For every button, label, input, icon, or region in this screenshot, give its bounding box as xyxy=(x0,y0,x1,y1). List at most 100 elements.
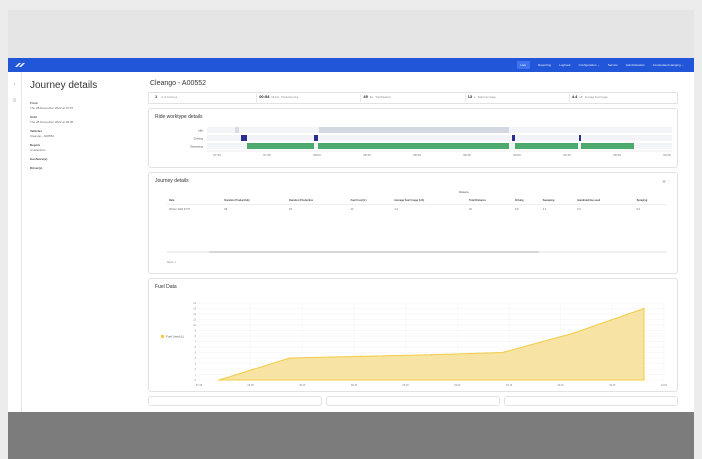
nav-item-reporting[interactable]: Reporting xyxy=(538,63,551,67)
timeline-tick-label: 09:00 xyxy=(513,153,521,157)
timeline-row-label: Driving xyxy=(194,137,204,141)
stat-unit: hh:mm xyxy=(271,96,280,99)
collapse-chevron-icon[interactable]: ‹ xyxy=(12,82,18,88)
column-header[interactable]: Sweeping xyxy=(540,197,576,205)
app-window: Live Reporting Logbook Configuration ⌄ S… xyxy=(8,58,694,412)
bottom-cards-row xyxy=(148,396,678,406)
table-cell: 99 xyxy=(224,208,228,211)
table-cell: 45 xyxy=(468,208,472,211)
info-vehicles: Vehicles Cleango - A00552 xyxy=(30,129,140,138)
info-label: Vehicles xyxy=(30,129,43,133)
fuel-data-point xyxy=(430,353,433,356)
stat-label: Total Distance xyxy=(375,96,391,99)
x-axis-ticks: 07:45 08:00 08:15 08:30 08:45 09:00 09:15 09:30… xyxy=(196,384,668,387)
timeline-ticks: 07:30 07:45 08:00 08:15 08:30 08:45 09:00 09:15… xyxy=(213,153,671,157)
stat-value: 1 xyxy=(155,94,158,99)
ride-worktype-card: Ride worktype details Idle Driving Sweep… xyxy=(148,108,678,168)
stat-label: Total Fuel usage xyxy=(477,96,496,99)
info-value: Cleango - A00552 xyxy=(30,134,55,138)
y-tick-label: 12 xyxy=(193,313,196,316)
column-header[interactable]: Handmachine used xyxy=(575,197,635,205)
y-tick-label: 7 xyxy=(195,341,197,344)
x-tick-label: 08:00 xyxy=(248,384,255,387)
top-navigation-bar: Live Reporting Logbook Configuration ⌄ S… xyxy=(8,58,694,72)
stat-journeys: 1 nr of Journeys xyxy=(153,94,258,102)
table-header-row: Date Duration Productivity Duration Prod… xyxy=(167,197,667,205)
distance-group-header: Distance xyxy=(459,191,469,194)
fuel-data-point xyxy=(643,307,645,310)
x-tick-label: 09:00 xyxy=(454,384,461,387)
horizontal-scrollbar-thumb[interactable] xyxy=(209,251,539,253)
info-label: Until xyxy=(30,115,37,119)
stat-value: 13 xyxy=(467,94,473,99)
column-header[interactable]: Duration Productive xyxy=(287,197,349,205)
table-row[interactable]: 28 Dec 2022 07:57 99 54 13 4.4 45 6.8 4.… xyxy=(167,205,667,215)
info-value: Thu 28 December 2022 at 07:57 xyxy=(30,106,74,110)
idle-segment xyxy=(235,127,239,133)
timeline-row-label: Idle xyxy=(198,129,203,133)
table-cell: 4.4 xyxy=(394,208,398,211)
fuel-data-point xyxy=(572,332,574,335)
list-icon[interactable]: ≡ xyxy=(12,98,18,104)
y-tick-label: 11 xyxy=(193,319,196,322)
nav-item-live[interactable]: Live xyxy=(516,61,531,69)
row-count: Rows: 1 xyxy=(167,261,177,264)
info-until: Until Thu 28 December 2022 at 09:36 xyxy=(30,115,140,124)
column-header[interactable]: Duration Productivity xyxy=(222,197,288,205)
column-header[interactable]: Average Fuel Usage (L/h) xyxy=(392,197,467,205)
side-rail: ‹ ≡ xyxy=(8,72,22,412)
fuel-area-chart: 01234567891011121314 07:45 08:00 08:15 08:3… xyxy=(161,302,668,387)
nav-item-logbook[interactable]: Logbook xyxy=(559,63,571,67)
timeline-tick-label: 07:45 xyxy=(263,153,271,157)
timeline-tick-label: 09:30 xyxy=(613,153,621,157)
column-header[interactable]: Driving xyxy=(512,197,541,205)
fuel-data-title: Fuel Data xyxy=(155,284,177,290)
stat-value: 45 xyxy=(363,94,368,99)
ride-worktype-title: Ride worktype details xyxy=(155,114,203,120)
x-tick-label: 09:45 xyxy=(609,384,616,387)
info-label: Geofence(s) xyxy=(30,157,48,161)
timeline-tick-label: 08:00 xyxy=(313,153,321,157)
stat-label: Productive time xyxy=(281,96,299,99)
nav-item-service[interactable]: Service xyxy=(608,63,618,67)
x-tick-label: 09:15 xyxy=(506,384,513,387)
timeline-tick-label: 07:30 xyxy=(213,153,221,157)
nav-item-accelerated-hanging[interactable]: Accelerated Hanging ⌄ xyxy=(653,63,684,67)
fuel-data-card: Fuel Data 0 1 2 3 4 5 6 7 8 9 10 11 12 13 14 07:45 08:0… xyxy=(148,278,678,392)
bottom-card xyxy=(504,396,678,406)
column-header[interactable]: Spraying xyxy=(634,197,667,205)
stat-productive-time: 00:54 hh:mm Productive time xyxy=(257,94,362,102)
driving-segment xyxy=(241,135,247,141)
idle-segment xyxy=(319,127,509,133)
column-header[interactable]: Total Distance xyxy=(466,197,513,205)
summary-stats-bar: 1 nr of Journeys 00:54 hh:mm Productive … xyxy=(148,92,678,104)
table-cell: 13 xyxy=(350,208,354,211)
column-header[interactable]: Fuel Used (L) xyxy=(348,197,393,205)
card-settings-icon[interactable]: ⚙ ⋮ xyxy=(662,179,671,184)
nav-item-configuration[interactable]: Configuration ⌄ xyxy=(579,63,600,67)
table-cell: 4.3 xyxy=(542,208,547,211)
legend-swatch xyxy=(161,335,164,338)
y-tick-label: 0 xyxy=(195,379,197,382)
y-tick-label: 10 xyxy=(193,324,196,327)
journey-filter-panel: Journey details From Thu 28 December 202… xyxy=(30,80,140,175)
info-depots: Depots Amsterdam xyxy=(30,143,140,152)
legend-label[interactable]: Fuel Used (L) xyxy=(166,335,184,339)
browser-frame-bottom xyxy=(8,412,694,459)
fuel-data-point xyxy=(289,357,291,359)
driving-segment xyxy=(579,135,581,141)
info-value: Thu 28 December 2022 at 09:36 xyxy=(30,120,74,124)
sweeping-segment xyxy=(247,143,314,149)
driving-segment xyxy=(512,135,515,141)
timeline-tick-label: 09:15 xyxy=(563,153,571,157)
x-tick-label: 09:30 xyxy=(558,384,565,387)
nav-item-administration[interactable]: Administration xyxy=(626,63,645,67)
y-tick-label: 3 xyxy=(195,363,197,366)
fuel-data-point xyxy=(359,355,362,358)
y-tick-label: 4 xyxy=(195,357,197,360)
ride-worktype-timeline: Idle Driving Sweeping 07:30 07:45 08:00 08:… xyxy=(190,127,672,157)
column-header[interactable]: Date xyxy=(167,197,223,205)
journey-details-card: Journey details ⚙ ⋮ Distance Date Durati… xyxy=(148,172,678,274)
fuel-data-point xyxy=(218,379,220,381)
y-tick-label: 13 xyxy=(193,308,196,311)
